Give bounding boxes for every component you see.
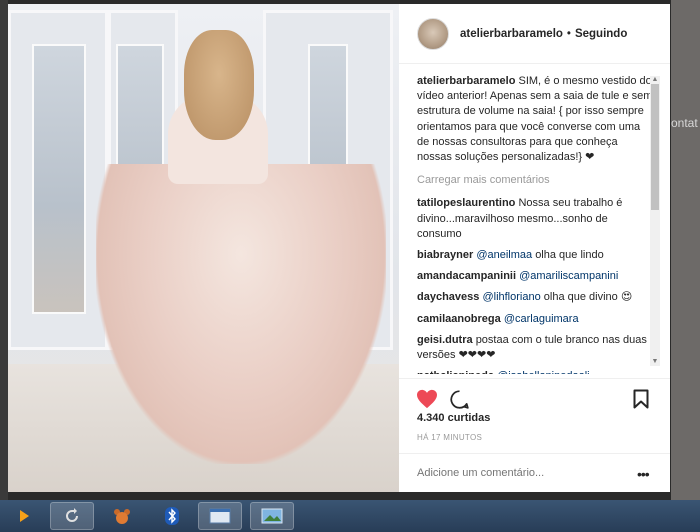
refresh-app-icon[interactable] [50,502,94,530]
comment-mention[interactable]: @amariliscampanini [519,270,618,282]
scroll-up-arrow-icon[interactable]: ▲ [651,76,659,84]
mirror-left [32,44,86,314]
comment-item: camilaanobrega @carlaguimara [417,312,653,327]
bookmark-icon[interactable] [633,389,649,409]
comment-mention[interactable]: @carlaguimara [504,313,579,325]
taskbar [0,500,700,532]
comment-username[interactable]: biabrayner [417,249,473,261]
post-side-panel: atelierbarbaramelo • Seguindo atelierbar… [399,4,670,492]
comment-mention[interactable]: @aneilmaa [476,249,532,261]
window-app-icon[interactable] [198,502,242,530]
likes-count[interactable]: 4.340 curtidas [417,412,490,424]
load-more-comments[interactable]: Carregar mais comentários [417,173,653,188]
comment-username[interactable]: tatilopeslaurentino [417,197,515,209]
header-separator: • [566,27,571,40]
comment-text: olha que divino 😍 [543,291,633,304]
header-username[interactable]: atelierbarbaramelo [460,28,563,40]
comment-item: biabrayner @aneilmaa olha que lindo [417,248,653,263]
comment-username[interactable]: daychavess [417,291,479,303]
following-button[interactable]: Seguindo [575,28,627,40]
caption: atelierbarbaramelo SIM, é o mesmo vestid… [417,74,653,165]
comment-username[interactable]: amandacampaninii [417,270,516,282]
comment-username[interactable]: camilaanobrega [417,313,501,325]
bear-app-icon[interactable] [100,502,144,530]
more-icon[interactable]: ••• [637,466,650,482]
comment-icon[interactable] [449,389,470,410]
post-header: atelierbarbaramelo • Seguindo [399,4,670,64]
comments-list[interactable]: atelierbarbaramelo SIM, é o mesmo vestid… [417,74,653,374]
comment-item: nathaliapineda @isabellapinedaoli [417,369,653,374]
comment-entries: tatilopeslaurentino Nossa seu trabalho é… [417,196,653,374]
post-modal: atelierbarbaramelo • Seguindo atelierbar… [8,4,670,492]
comment-mention[interactable]: @lihfloriano [482,291,540,303]
post-photo[interactable] [8,4,399,492]
backdrop-strip-right [671,0,700,500]
post-timestamp: HÁ 17 MINUTOS [417,433,483,442]
scroll-thumb[interactable] [651,84,659,210]
scroll-down-arrow-icon[interactable]: ▼ [651,358,659,366]
comment-username[interactable]: geisi.dutra [417,334,473,346]
backdrop-strip-left [0,0,8,500]
comment-text: olha que lindo [535,249,604,262]
add-comment-input[interactable] [417,467,617,479]
comment-username[interactable]: nathaliapineda [417,370,494,374]
comment-item: amandacampaninii @amariliscampanini [417,269,653,284]
comment-item: geisi.dutra postaa com o tule branco nas… [417,333,653,363]
caption-username[interactable]: atelierbarbaramelo [417,75,515,87]
avatar[interactable] [417,17,449,50]
comment-mention[interactable]: @isabellapinedaoli [497,370,590,374]
backdrop-text: ontat [671,116,698,130]
comment-item: tatilopeslaurentino Nossa seu trabalho é… [417,196,653,242]
bluetooth-icon[interactable] [150,502,194,530]
heart-icon[interactable] [416,389,438,409]
dress-skirt [96,164,386,464]
add-comment-bar: ••• [399,453,670,492]
bride-hair [184,30,254,140]
vlc-icon[interactable] [2,502,46,530]
comment-item: daychavess @lihfloriano olha que divino … [417,290,653,305]
image-viewer-icon[interactable] [250,502,294,530]
caption-text: SIM, é o mesmo vestido do vídeo anterior… [417,75,653,164]
comments-scrollbar[interactable]: ▲ ▼ [650,76,660,366]
